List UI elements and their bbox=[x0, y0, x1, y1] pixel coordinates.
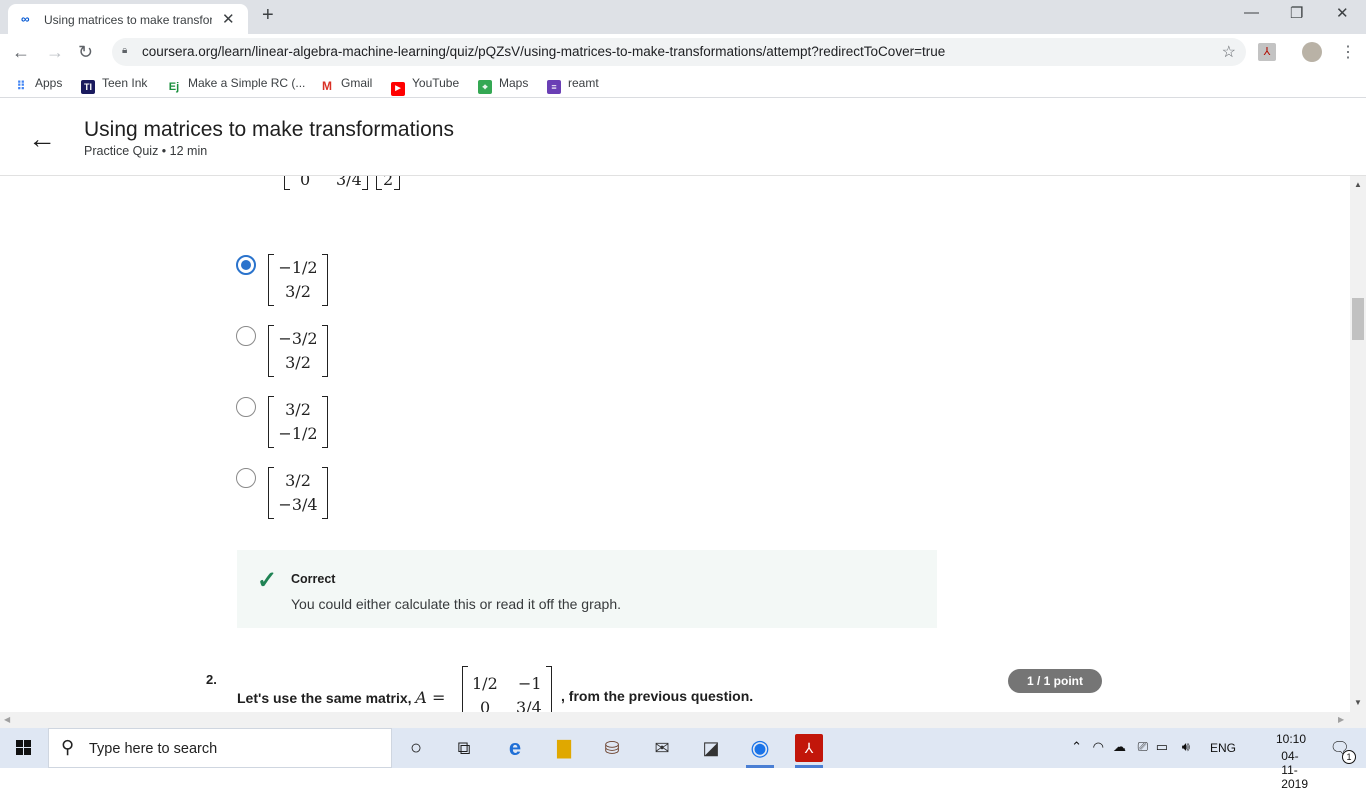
search-icon: ⚲ bbox=[61, 737, 75, 757]
cortana-icon[interactable]: ○ bbox=[402, 734, 430, 762]
browser-toolbar: ← → ↻ 🔒︎ coursera.org/learn/linear-algeb… bbox=[0, 34, 1366, 70]
scrollbar-thumb[interactable] bbox=[1352, 298, 1364, 340]
option-4-vector: 3/2 −3/4 bbox=[268, 467, 328, 519]
back-arrow-icon[interactable]: ← bbox=[28, 123, 56, 155]
feedback-panel: ✓ Correct You could either calculate thi… bbox=[237, 550, 937, 628]
bookmark-star-icon[interactable]: ☆ bbox=[1222, 42, 1236, 62]
windows-taskbar: ⚲ Type here to search ○ ⧉ e ▇ ⛁ ✉ ◪ ◉ ⅄ … bbox=[0, 728, 1366, 791]
bookmark-reamt[interactable]: ≡ reamt bbox=[547, 76, 599, 94]
acrobat-icon[interactable]: ⅄ bbox=[795, 734, 823, 762]
scroll-down-icon[interactable]: ▼ bbox=[1354, 698, 1362, 707]
bookmark-apps[interactable]: ⠿ Apps bbox=[14, 76, 63, 93]
tray-chevron-icon[interactable]: ⌃ bbox=[1071, 739, 1082, 755]
question-number: 2. bbox=[206, 672, 217, 687]
vertical-scrollbar[interactable]: ▲ ▼ bbox=[1350, 176, 1366, 712]
reamt-icon: ≡ bbox=[547, 80, 561, 94]
volume-icon[interactable]: 🔊︎ bbox=[1182, 739, 1190, 755]
bookmark-make-rc[interactable]: Ej Make a Simple RC (... bbox=[167, 76, 306, 94]
question-2-matrix: 1/2 −1 0 3/4 bbox=[462, 666, 552, 712]
option-2-vector: −3/2 3/2 bbox=[268, 325, 328, 377]
file-explorer-icon[interactable]: ▇ bbox=[550, 734, 578, 762]
bookmark-teen-ink[interactable]: TI Teen Ink bbox=[81, 76, 147, 94]
ej-icon: Ej bbox=[168, 81, 180, 93]
teen-ink-icon: TI bbox=[81, 80, 95, 94]
feedback-status: Correct bbox=[291, 572, 336, 586]
bookmark-youtube[interactable]: ▶ YouTube bbox=[391, 76, 459, 96]
windows-start-icon[interactable] bbox=[16, 740, 32, 756]
radio-option-4[interactable] bbox=[236, 468, 256, 488]
scroll-left-icon[interactable]: ◀ bbox=[4, 715, 10, 724]
option-1-vector: −1/2 3/2 bbox=[268, 254, 328, 306]
question-2-text: Let's use the same matrix, A = bbox=[237, 688, 446, 707]
notification-count-badge: 1 bbox=[1342, 750, 1356, 764]
forward-icon[interactable]: → bbox=[46, 42, 64, 63]
radio-option-2[interactable] bbox=[236, 326, 256, 346]
clock-time[interactable]: 10:10 bbox=[1276, 732, 1306, 746]
tab-bar: ∞ Using matrices to make transform ✕ + —… bbox=[0, 0, 1366, 34]
bookmark-maps[interactable]: ⌖ Maps bbox=[478, 76, 528, 94]
window-close-icon[interactable]: ✕ bbox=[1336, 4, 1349, 22]
new-tab-button[interactable]: + bbox=[262, 4, 274, 27]
apps-grid-icon: ⠿ bbox=[16, 79, 26, 93]
onedrive-icon[interactable]: ☁ bbox=[1113, 739, 1126, 755]
horizontal-scrollbar[interactable]: ◀ ▶ bbox=[0, 712, 1366, 728]
quiz-content: 0 3/4 2 −1/2 3/2 −3/2 3/2 3/2 −1/2 3/2 −3/4 … bbox=[0, 176, 1350, 712]
minimize-icon[interactable]: — bbox=[1244, 4, 1259, 21]
tab-close-icon[interactable]: ✕ bbox=[222, 10, 235, 28]
partial-question-matrix: 0 3/4 2 bbox=[284, 176, 404, 190]
chrome-icon[interactable]: ◉ bbox=[746, 734, 774, 762]
restore-icon[interactable]: ❐ bbox=[1290, 4, 1303, 22]
scroll-right-icon[interactable]: ▶ bbox=[1338, 715, 1344, 724]
wifi-icon[interactable]: ◠ bbox=[1093, 739, 1104, 755]
taskbar-search-box[interactable]: ⚲ Type here to search bbox=[48, 728, 392, 768]
store-icon[interactable]: ⛁ bbox=[598, 734, 626, 762]
bookmarks-bar: ⠿ Apps TI Teen Ink Ej Make a Simple RC (...… bbox=[0, 70, 1366, 98]
address-bar[interactable]: 🔒︎ coursera.org/learn/linear-algebra-mac… bbox=[112, 38, 1246, 66]
task-view-icon[interactable]: ⧉ bbox=[450, 734, 478, 762]
checkmark-icon: ✓ bbox=[257, 567, 278, 594]
maps-icon: ⌖ bbox=[478, 80, 492, 94]
pdf-extension-icon[interactable]: ⅄ bbox=[1258, 43, 1276, 61]
page-title: Using matrices to make transformations bbox=[84, 118, 454, 141]
mail-icon[interactable]: ✉ bbox=[648, 734, 676, 762]
reload-icon[interactable]: ↻ bbox=[78, 42, 93, 63]
question-2-text-suffix: , from the previous question. bbox=[561, 688, 754, 704]
option-3-vector: 3/2 −1/2 bbox=[268, 396, 328, 448]
bookmark-gmail[interactable]: M Gmail bbox=[320, 76, 372, 93]
search-placeholder: Type here to search bbox=[89, 741, 218, 757]
back-icon[interactable]: ← bbox=[12, 42, 30, 63]
radio-option-3[interactable] bbox=[236, 397, 256, 417]
quiz-header: ← Using matrices to make transformations… bbox=[0, 99, 1366, 176]
feedback-message: You could either calculate this or read … bbox=[291, 596, 621, 612]
gmail-icon: M bbox=[322, 79, 332, 93]
url-text[interactable]: coursera.org/learn/linear-algebra-machin… bbox=[142, 44, 945, 59]
scroll-up-icon[interactable]: ▲ bbox=[1354, 180, 1362, 189]
lock-icon: 🔒︎ bbox=[122, 45, 128, 56]
points-badge: 1 / 1 point bbox=[1008, 669, 1102, 693]
page-subtitle: Practice Quiz • 12 min bbox=[84, 144, 208, 158]
browser-tab[interactable]: ∞ Using matrices to make transform ✕ bbox=[8, 4, 248, 34]
app-icon[interactable]: ◪ bbox=[697, 734, 725, 762]
language-indicator[interactable]: ENG bbox=[1210, 741, 1236, 755]
battery-icon[interactable]: ▭ bbox=[1156, 739, 1168, 755]
display-icon[interactable]: ⎚ bbox=[1138, 739, 1148, 755]
youtube-icon: ▶ bbox=[391, 82, 405, 96]
edge-browser-icon[interactable]: e bbox=[501, 734, 529, 762]
clock-date[interactable]: 04-11-2019 bbox=[1281, 749, 1308, 791]
tab-title: Using matrices to make transform bbox=[44, 13, 212, 27]
menu-kebab-icon[interactable]: ⋮ bbox=[1340, 42, 1356, 62]
radio-option-1[interactable] bbox=[236, 255, 256, 275]
coursera-logo-icon: ∞ bbox=[21, 12, 30, 26]
profile-avatar[interactable] bbox=[1302, 42, 1322, 62]
